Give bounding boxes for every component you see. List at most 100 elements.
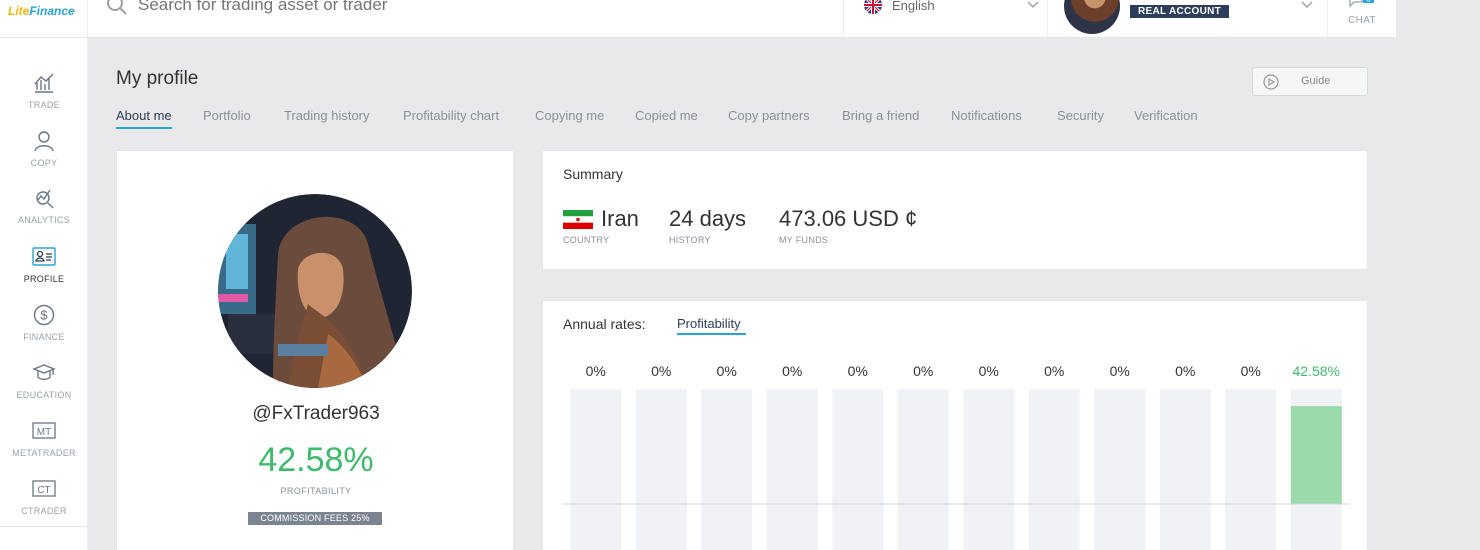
chat-button[interactable]: 5 CHAT — [1328, 0, 1396, 38]
bar-background — [897, 389, 949, 550]
chevron-down-icon — [1027, 1, 1039, 9]
tab-profitability-chart[interactable]: Profitability chart — [403, 108, 499, 123]
bar-value-label: 42.58% — [1293, 363, 1340, 379]
copy-user-icon — [34, 131, 54, 152]
bar-value-label: 0% — [782, 363, 802, 379]
summary-card: Summary Iran COUNTRY 24 days HISTORY 473… — [542, 150, 1368, 270]
bar-background — [635, 389, 687, 550]
chat-count-badge: 5 — [1366, 0, 1371, 4]
bar-background — [766, 389, 818, 550]
tab-about-me[interactable]: About me — [116, 108, 172, 129]
bar-background — [1225, 389, 1277, 550]
logo-cell[interactable]: LiteFinance — [0, 0, 88, 38]
bar-background — [570, 389, 622, 550]
sidebar-item-copy[interactable]: COPY — [0, 130, 88, 186]
country-value: Iran — [601, 206, 639, 231]
sidebar-item-label: TRADE — [27, 100, 60, 110]
funds-value: 473.06 USD ¢ — [779, 206, 918, 231]
history-label: HISTORY — [669, 235, 711, 245]
search-input[interactable] — [138, 0, 638, 16]
bar-value-label: 0% — [1241, 363, 1261, 379]
bar-background — [701, 389, 753, 550]
svg-text:CT: CT — [37, 485, 50, 496]
annual-rates-card: Annual rates: Profitability 0% 0% 0% 0% 0% 0%… — [542, 300, 1368, 550]
profitability-bar[interactable] — [1290, 406, 1342, 504]
logo-text-b: Finance — [29, 4, 75, 18]
profile-card: @FxTrader963 42.58% PROFITABILITY COMMIS… — [116, 150, 514, 550]
funds-label: MY FUNDS — [779, 235, 829, 245]
tab-profitability[interactable]: Profitability — [677, 316, 741, 331]
active-tab-indicator — [677, 333, 746, 335]
annual-rates-title: Annual rates: — [563, 316, 646, 332]
bar-value-label: 0% — [848, 363, 868, 379]
tab-security[interactable]: Security — [1057, 108, 1104, 123]
sidebar-item-label: METATRADER — [12, 448, 76, 458]
bar-value-label: 0% — [651, 363, 671, 379]
tab-copied-me[interactable]: Copied me — [635, 108, 698, 123]
sidebar-item-label: ANALYTICS — [17, 215, 71, 225]
sidebar-item-trade[interactable]: TRADE — [0, 72, 88, 128]
sidebar: TRADE COPY ANALYTICS PROFILE $ FINANCE E… — [0, 38, 88, 550]
sidebar-item-label: CTRADER — [21, 506, 67, 516]
account-selector[interactable]: REAL ACCOUNT — [1048, 0, 1328, 38]
profile-card-icon — [32, 247, 56, 266]
tab-trading-history[interactable]: Trading history — [284, 108, 370, 123]
history-value: 24 days — [669, 206, 747, 231]
chat-icon: 5 — [1349, 0, 1374, 8]
iran-flag-icon — [563, 210, 593, 229]
logo-text-a: Lite — [8, 4, 30, 18]
play-circle-icon — [1263, 74, 1279, 90]
bar-value-label: 0% — [1110, 363, 1130, 379]
profitability-label: PROFITABILITY — [280, 486, 352, 496]
top-bar: LiteFinance English REAL ACCOUNT 5 CHAT — [0, 0, 1396, 38]
sidebar-item-label: PROFILE — [23, 274, 65, 284]
sidebar-item-analytics[interactable]: ANALYTICS — [0, 187, 88, 243]
sidebar-item-metatrader[interactable]: MT METATRADER — [0, 420, 88, 476]
sidebar-item-label: EDUCATION — [16, 390, 72, 400]
trade-chart-icon — [34, 73, 54, 93]
account-avatar — [1064, 0, 1120, 34]
profile-avatar[interactable] — [218, 194, 412, 388]
bar-background — [1159, 389, 1211, 550]
brand-logo[interactable]: LiteFinance — [8, 4, 75, 18]
bar-value-label: 0% — [913, 363, 933, 379]
uk-flag-icon — [864, 0, 882, 14]
search-icon[interactable] — [106, 0, 128, 16]
bar-value-label: 0% — [717, 363, 737, 379]
commission-badge: COMMISSION FEES 25% — [248, 512, 382, 525]
ct-icon: CT — [32, 480, 56, 497]
bar-value-label: 0% — [1044, 363, 1064, 379]
tab-copying-me[interactable]: Copying me — [535, 108, 604, 123]
tab-bring-a-friend[interactable]: Bring a friend — [842, 108, 919, 123]
country-label: COUNTRY — [563, 235, 610, 245]
sidebar-item-education[interactable]: EDUCATION — [0, 362, 88, 418]
sidebar-item-finance[interactable]: $ FINANCE — [0, 304, 88, 360]
profitability-value: 42.58% — [258, 441, 374, 479]
tab-copy-partners[interactable]: Copy partners — [728, 108, 810, 123]
svg-text:MT: MT — [37, 427, 51, 438]
bar-background — [963, 389, 1015, 550]
tab-notifications[interactable]: Notifications — [951, 108, 1022, 123]
page-title: My profile — [116, 68, 199, 89]
svg-text:$: $ — [40, 308, 48, 323]
language-selector[interactable]: English — [843, 0, 1048, 38]
summary-title: Summary — [563, 166, 623, 182]
tab-portfolio[interactable]: Portfolio — [203, 108, 251, 123]
graduation-cap-icon — [32, 364, 56, 380]
chevron-down-icon — [1301, 1, 1313, 9]
trader-username: @FxTrader963 — [252, 403, 380, 424]
bar-background — [832, 389, 884, 550]
bar-value-label: 0% — [586, 363, 606, 379]
tab-verification[interactable]: Verification — [1134, 108, 1198, 123]
chat-label: CHAT — [1348, 15, 1376, 26]
active-tab-indicator — [116, 127, 172, 129]
sidebar-divider — [0, 526, 88, 527]
profitability-bar-chart: 0% 0% 0% 0% 0% 0% 0% 0% 0% 0% 0% 42.58% — [563, 363, 1349, 550]
sidebar-item-profile[interactable]: PROFILE — [0, 246, 88, 302]
sidebar-item-label: FINANCE — [23, 332, 65, 342]
sidebar-item-label: COPY — [30, 158, 58, 168]
bar-value-label: 0% — [1175, 363, 1195, 379]
mt-icon: MT — [32, 422, 56, 439]
bar-background — [1094, 389, 1146, 550]
guide-button[interactable]: Guide — [1252, 67, 1368, 96]
